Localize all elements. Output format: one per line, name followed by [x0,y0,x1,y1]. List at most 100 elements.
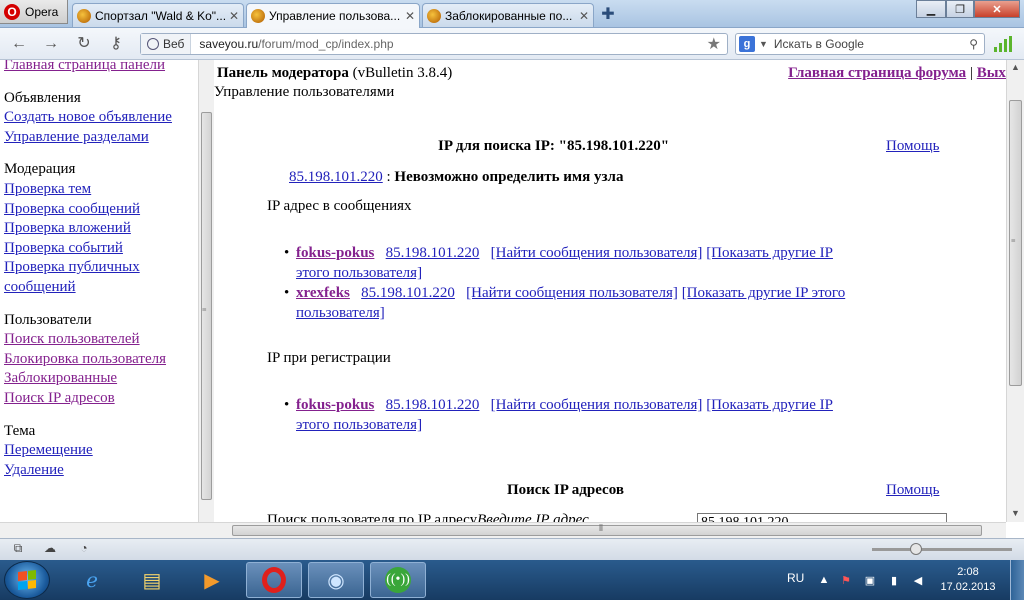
ip-link[interactable]: 85.198.101.220 [386,397,480,413]
close-tab-icon[interactable]: ✕ [579,9,589,23]
tab-user-management[interactable]: Управление пользова... ✕ [246,3,420,28]
maximize-window-button[interactable]: ❐ [946,0,974,18]
speedometer-icon[interactable]: ◔ [76,541,92,555]
url-text[interactable]: saveyou.ru/forum/mod_cp/index.php [191,37,706,51]
nav-group-header: Тема [4,422,36,439]
nav-link-create-announcement[interactable]: Создать новое объявление [4,108,194,128]
username-link[interactable]: fokus-pokus [296,245,374,261]
nav-link-panel-home[interactable]: Главная страница панели [4,60,194,76]
host-ip-link[interactable]: 85.198.101.220 [289,169,383,185]
nav-link-ban-user[interactable]: Блокировка пользователя [4,350,194,370]
clock-date: 17.02.2013 [940,581,996,593]
other-ips-link-cont[interactable]: этого пользователя] [296,417,422,433]
opera-menu-button[interactable]: O Opera [0,0,68,24]
left-nav-frame: Главная страница панели Объявления Созда… [0,60,198,522]
nav-link-search-ip[interactable]: Поиск IP адресов [4,389,194,409]
other-ips-link-cont[interactable]: этого пользователя] [296,265,422,281]
close-tab-icon[interactable]: ✕ [405,9,415,23]
globe-icon [147,38,159,50]
registration-section-label: IP при регистрации [267,350,391,366]
opera-menu-label: Opera [25,4,59,19]
url-path: /forum/mod_cp/index.php [258,37,394,51]
zoom-slider-track[interactable] [872,548,1012,551]
left-frame-hscroll [0,522,214,538]
internet-explorer-icon[interactable]: ℯ [64,562,120,598]
panel-title-line: Панель модератора (vBulletin 3.8.4) [217,65,452,82]
other-ips-link[interactable]: [Показать другие IP [706,397,833,413]
close-tab-icon[interactable]: ✕ [229,9,239,23]
ip-address-input[interactable]: 85.198.101.220 [697,513,947,522]
scroll-down-icon[interactable]: ▼ [1011,508,1020,518]
wireless-app-icon[interactable]: ((•)) [370,562,426,598]
key-icon[interactable]: ⚷ [105,34,127,54]
search-engine-dropdown-icon[interactable]: ▼ [759,39,768,49]
nav-link-moderate-attachments[interactable]: Проверка вложений [4,219,194,239]
web-scope-badge[interactable]: Веб [141,34,192,54]
username-link[interactable]: fokus-pokus [296,397,374,413]
new-tab-button[interactable]: ✚ [598,5,618,25]
left-frame-scrollbar[interactable]: ≡ [198,60,214,522]
ip-search-title: IP для поиска IP: "85.198.101.220" [438,138,669,155]
forward-arrow-icon[interactable]: → [40,34,62,54]
explorer-folder-icon[interactable]: ▤ [124,562,180,598]
nav-link-moderate-visitor-messages[interactable]: Проверка публичных сообщений [4,258,194,297]
username-link[interactable]: xrexfeks [296,285,350,301]
main-frame-hscroll[interactable]: ⦀ [214,522,1006,538]
volume-icon[interactable]: ◀ [912,574,924,587]
media-player-icon[interactable]: ▶ [184,562,240,598]
nav-group-header: Модерация [4,161,76,178]
address-bar[interactable]: Веб saveyou.ru/forum/mod_cp/index.php ★ [140,33,728,55]
device-icon[interactable]: ▣ [864,574,876,587]
find-posts-link[interactable]: [Найти сообщения пользователя] [466,285,678,301]
tab-sportzal[interactable]: Спортзал "Wald & Ko"... ✕ [72,3,244,27]
help-link[interactable]: Помощь [886,138,939,155]
nav-link-manage-forums[interactable]: Управление разделами [4,128,194,148]
find-posts-link[interactable]: [Найти сообщения пользователя] [491,397,703,413]
search-icon[interactable]: ⚲ [969,37,978,51]
find-posts-link[interactable]: [Найти сообщения пользователя] [491,245,703,261]
keyboard-language-indicator[interactable]: RU [787,571,804,585]
network-app-icon[interactable]: ◉ [308,562,364,598]
search-box[interactable]: g ▼ Искать в Google ⚲ [735,33,985,55]
nav-link-search-users[interactable]: Поиск пользователей [4,330,194,350]
logout-link[interactable]: Выход [977,65,1006,81]
scrollbar-thumb[interactable] [232,525,982,536]
other-ips-link[interactable]: [Показать другие IP этого [682,285,846,301]
nav-link-delete-thread[interactable]: Удаление [4,461,194,481]
ip-search-label: IP для поиска IP: [438,138,555,154]
reload-icon[interactable]: ↻ [73,34,95,54]
forum-home-link[interactable]: Главная страница форума [788,65,966,81]
other-ips-link[interactable]: [Показать другие IP [706,245,833,261]
main-content-frame: Панель модератора (vBulletin 3.8.4) Упра… [214,60,1006,522]
ip-link[interactable]: 85.198.101.220 [361,285,455,301]
bookmark-star-icon[interactable]: ★ [707,34,727,54]
ip-link[interactable]: 85.198.101.220 [386,245,480,261]
close-window-button[interactable]: ✕ [974,0,1020,18]
action-center-icon[interactable]: ⚑ [840,574,852,587]
tray-expand-icon[interactable]: ▲ [818,574,830,586]
cloud-icon[interactable]: ☁ [42,541,58,555]
network-signal-icon[interactable]: ▮ [888,574,900,587]
show-desktop-button[interactable] [1010,560,1024,600]
scope-label: Веб [163,37,185,51]
nav-link-moderate-events[interactable]: Проверка событий [4,239,194,259]
start-button[interactable] [4,561,50,599]
nav-link-banned-users[interactable]: Заблокированные [4,369,194,389]
other-ips-link-cont[interactable]: пользователя] [296,305,385,321]
minimize-window-button[interactable]: ▁ [916,0,946,18]
help-link[interactable]: Помощь [886,482,939,499]
main-frame-scrollbar[interactable]: ▲ ≡ ▼ [1006,60,1024,522]
zoom-slider-handle[interactable] [910,543,922,555]
opera-taskbar-icon[interactable] [246,562,302,598]
nav-link-move-thread[interactable]: Перемещение [4,441,194,461]
nav-link-moderate-posts[interactable]: Проверка сообщений [4,200,194,220]
tray-clock[interactable]: 2:08 17.02.2013 [940,565,996,595]
scroll-up-icon[interactable]: ▲ [1011,62,1020,72]
panel-toggle-icon[interactable]: ⧉ [10,541,26,555]
scrollbar-grip-icon: ≡ [202,305,207,314]
tab-banned[interactable]: Заблокированные по... ✕ [422,3,594,27]
bullet: • [284,397,290,413]
ip-search-value: "85.198.101.220" [558,138,670,154]
back-arrow-icon[interactable]: ← [8,34,30,54]
nav-link-moderate-threads[interactable]: Проверка тем [4,180,194,200]
